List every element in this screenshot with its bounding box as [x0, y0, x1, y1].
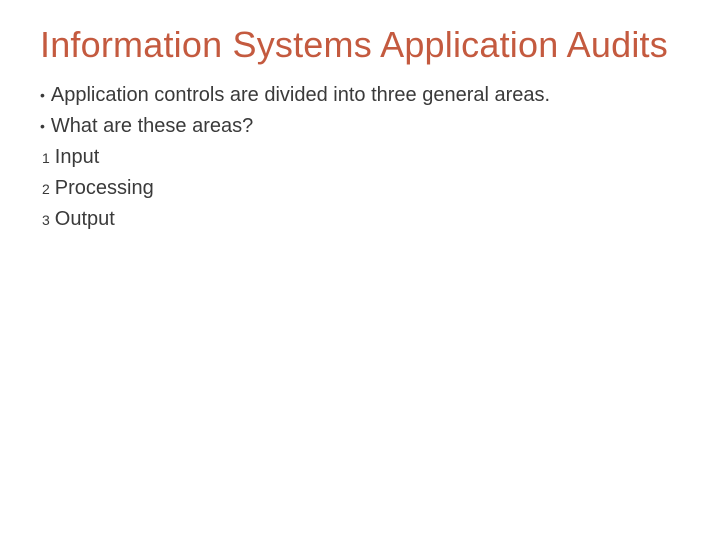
numbered-text: Output [55, 204, 115, 235]
slide-body: • Application controls are divided into … [40, 80, 680, 235]
number-marker: 3 [42, 210, 50, 232]
numbered-text: Input [55, 142, 99, 173]
numbered-text: Processing [55, 173, 154, 204]
numbered-item: 1 Input [40, 142, 680, 173]
bullet-text: What are these areas? [51, 111, 253, 142]
numbered-item: 2 Processing [40, 173, 680, 204]
bullet-icon: • [40, 85, 45, 107]
bullet-icon: • [40, 116, 45, 138]
bullet-text: Application controls are divided into th… [51, 80, 550, 111]
bullet-item: • What are these areas? [40, 111, 680, 142]
number-marker: 2 [42, 179, 50, 201]
numbered-item: 3 Output [40, 204, 680, 235]
number-marker: 1 [42, 148, 50, 170]
bullet-item: • Application controls are divided into … [40, 80, 680, 111]
slide-title: Information Systems Application Audits [40, 24, 680, 66]
